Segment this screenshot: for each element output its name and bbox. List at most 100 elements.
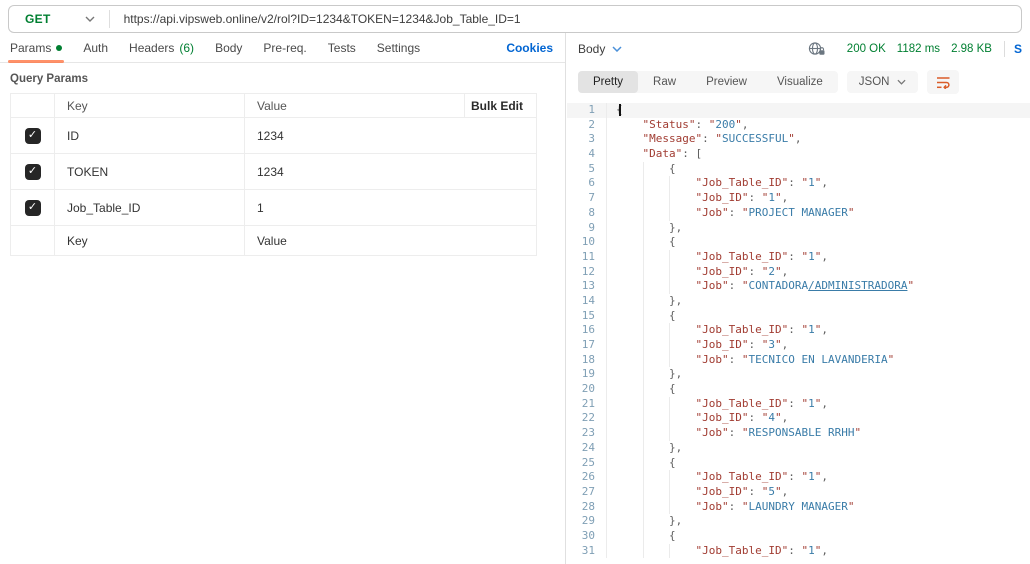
code-token: "Job_ID" bbox=[696, 411, 749, 424]
code-token: " bbox=[788, 132, 795, 145]
indent-guide bbox=[616, 323, 643, 338]
code-token: " bbox=[854, 426, 861, 439]
indent-guide bbox=[669, 191, 696, 206]
format-label: JSON bbox=[859, 76, 890, 88]
code-line: 20 { bbox=[567, 382, 1030, 397]
tab-preview[interactable]: Preview bbox=[691, 71, 762, 93]
code-token: "Job_Table_ID" bbox=[696, 470, 789, 483]
response-view-selector[interactable]: Body bbox=[578, 42, 622, 56]
method-selector[interactable]: GET bbox=[9, 12, 85, 26]
param-key-field[interactable]: ID bbox=[55, 118, 245, 154]
indent-guide bbox=[643, 529, 670, 544]
param-key-field[interactable]: TOKEN bbox=[55, 154, 245, 190]
code-content: "Job": "TECNICO EN LAVANDERIA" bbox=[606, 353, 894, 368]
code-content: "Job": "PROJECT MANAGER" bbox=[606, 206, 854, 221]
row-checkbox[interactable]: ✓ bbox=[25, 200, 41, 216]
code-token: PROJECT MANAGER bbox=[749, 206, 848, 219]
code-token: " bbox=[775, 411, 782, 424]
tab-pre-request[interactable]: Pre-req. bbox=[263, 41, 306, 55]
line-number: 16 bbox=[567, 323, 599, 338]
code-token: " bbox=[888, 353, 895, 366]
code-token: , bbox=[821, 323, 828, 336]
code-token: : bbox=[729, 206, 742, 219]
response-size[interactable]: 2.98 KB bbox=[951, 43, 992, 55]
format-dropdown[interactable]: JSON bbox=[847, 71, 919, 93]
indent-guide bbox=[616, 470, 643, 485]
chevron-down-icon bbox=[897, 79, 906, 85]
line-number: 25 bbox=[567, 456, 599, 471]
code-token: : bbox=[788, 470, 801, 483]
param-value-field-placeholder[interactable]: Value bbox=[245, 226, 537, 256]
code-token: LAUNDRY MANAGER bbox=[749, 500, 848, 513]
tab-headers[interactable]: Headers (6) bbox=[129, 41, 194, 55]
line-number: 18 bbox=[567, 353, 599, 368]
code-token: , bbox=[821, 470, 828, 483]
response-time[interactable]: 1182 ms bbox=[897, 43, 940, 55]
chevron-down-icon[interactable] bbox=[85, 16, 95, 22]
code-line: 11 "Job_Table_ID": "1", bbox=[567, 250, 1030, 265]
response-body-editor[interactable]: 1{2 "Status": "200",3 "Message": "SUCCES… bbox=[567, 100, 1030, 558]
row-checkbox[interactable]: ✓ bbox=[25, 128, 41, 144]
network-globe-lock-icon[interactable] bbox=[808, 41, 826, 56]
bulk-edit-button[interactable]: Bulk Edit bbox=[465, 94, 537, 118]
code-content: "Job_Table_ID": "1", bbox=[606, 323, 828, 338]
code-content: "Job_ID": "4", bbox=[606, 411, 788, 426]
code-token: : bbox=[748, 338, 761, 351]
code-token: 1 bbox=[808, 544, 815, 557]
tab-auth[interactable]: Auth bbox=[83, 41, 108, 55]
indent-guide bbox=[616, 382, 643, 397]
indent-guide bbox=[669, 250, 696, 265]
indent-guide bbox=[643, 485, 670, 500]
code-token: : bbox=[748, 411, 761, 424]
tab-pretty[interactable]: Pretty bbox=[578, 71, 638, 93]
param-key-field-placeholder[interactable]: Key bbox=[55, 226, 245, 256]
save-response-button[interactable]: S bbox=[1014, 42, 1022, 56]
code-token: 5 bbox=[768, 485, 775, 498]
code-token: 1 bbox=[808, 397, 815, 410]
code-token: " bbox=[742, 426, 749, 439]
code-token: "Job" bbox=[696, 279, 729, 292]
code-content: "Job_Table_ID": "1", bbox=[606, 176, 828, 191]
tab-visualize[interactable]: Visualize bbox=[762, 71, 838, 93]
code-token: " bbox=[735, 118, 742, 131]
wrap-text-button[interactable] bbox=[927, 70, 959, 94]
param-value-field[interactable]: 1234 bbox=[245, 154, 537, 190]
code-content: "Job": "CONTADORA/ADMINISTRADORA" bbox=[606, 279, 914, 294]
row-checkbox[interactable]: ✓ bbox=[25, 164, 41, 180]
param-key-field[interactable]: Job_Table_ID bbox=[55, 190, 245, 226]
indent-guide bbox=[643, 544, 670, 559]
indent-guide bbox=[643, 176, 670, 191]
tab-raw[interactable]: Raw bbox=[638, 71, 691, 93]
tab-body[interactable]: Body bbox=[215, 41, 242, 55]
code-token: , bbox=[821, 250, 828, 263]
param-value-field[interactable]: 1234 bbox=[245, 118, 537, 154]
code-token: " bbox=[848, 500, 855, 513]
indent-guide bbox=[643, 470, 670, 485]
param-value-field[interactable]: 1 bbox=[245, 190, 537, 226]
indent-guide bbox=[616, 279, 643, 294]
code-token: RESPONSABLE RRHH bbox=[749, 426, 855, 439]
tab-params[interactable]: Params bbox=[10, 41, 62, 55]
code-line: 7 "Job_ID": "1", bbox=[567, 191, 1030, 206]
url-input[interactable]: https://api.vipsweb.online/v2/rol?ID=123… bbox=[124, 12, 521, 26]
code-token: "Job" bbox=[696, 500, 729, 513]
code-token: : bbox=[695, 118, 708, 131]
tab-tests[interactable]: Tests bbox=[328, 41, 356, 55]
tab-settings[interactable]: Settings bbox=[377, 41, 420, 55]
cookies-link[interactable]: Cookies bbox=[506, 41, 553, 55]
code-token: { bbox=[669, 309, 676, 322]
column-header-key: Key bbox=[55, 94, 245, 118]
line-number: 29 bbox=[567, 514, 599, 529]
text-cursor bbox=[619, 104, 621, 116]
indent-guide bbox=[616, 367, 643, 382]
status-badge[interactable]: 200 OK bbox=[847, 43, 886, 55]
code-token: 200 bbox=[715, 118, 735, 131]
code-token: " bbox=[848, 206, 855, 219]
code-token: , bbox=[782, 485, 789, 498]
code-line: 25 { bbox=[567, 456, 1030, 471]
code-token: }, bbox=[669, 441, 682, 454]
code-token: : bbox=[788, 250, 801, 263]
code-content: { bbox=[606, 162, 676, 177]
code-token: "Job_Table_ID" bbox=[696, 397, 789, 410]
code-token: }, bbox=[669, 221, 682, 234]
